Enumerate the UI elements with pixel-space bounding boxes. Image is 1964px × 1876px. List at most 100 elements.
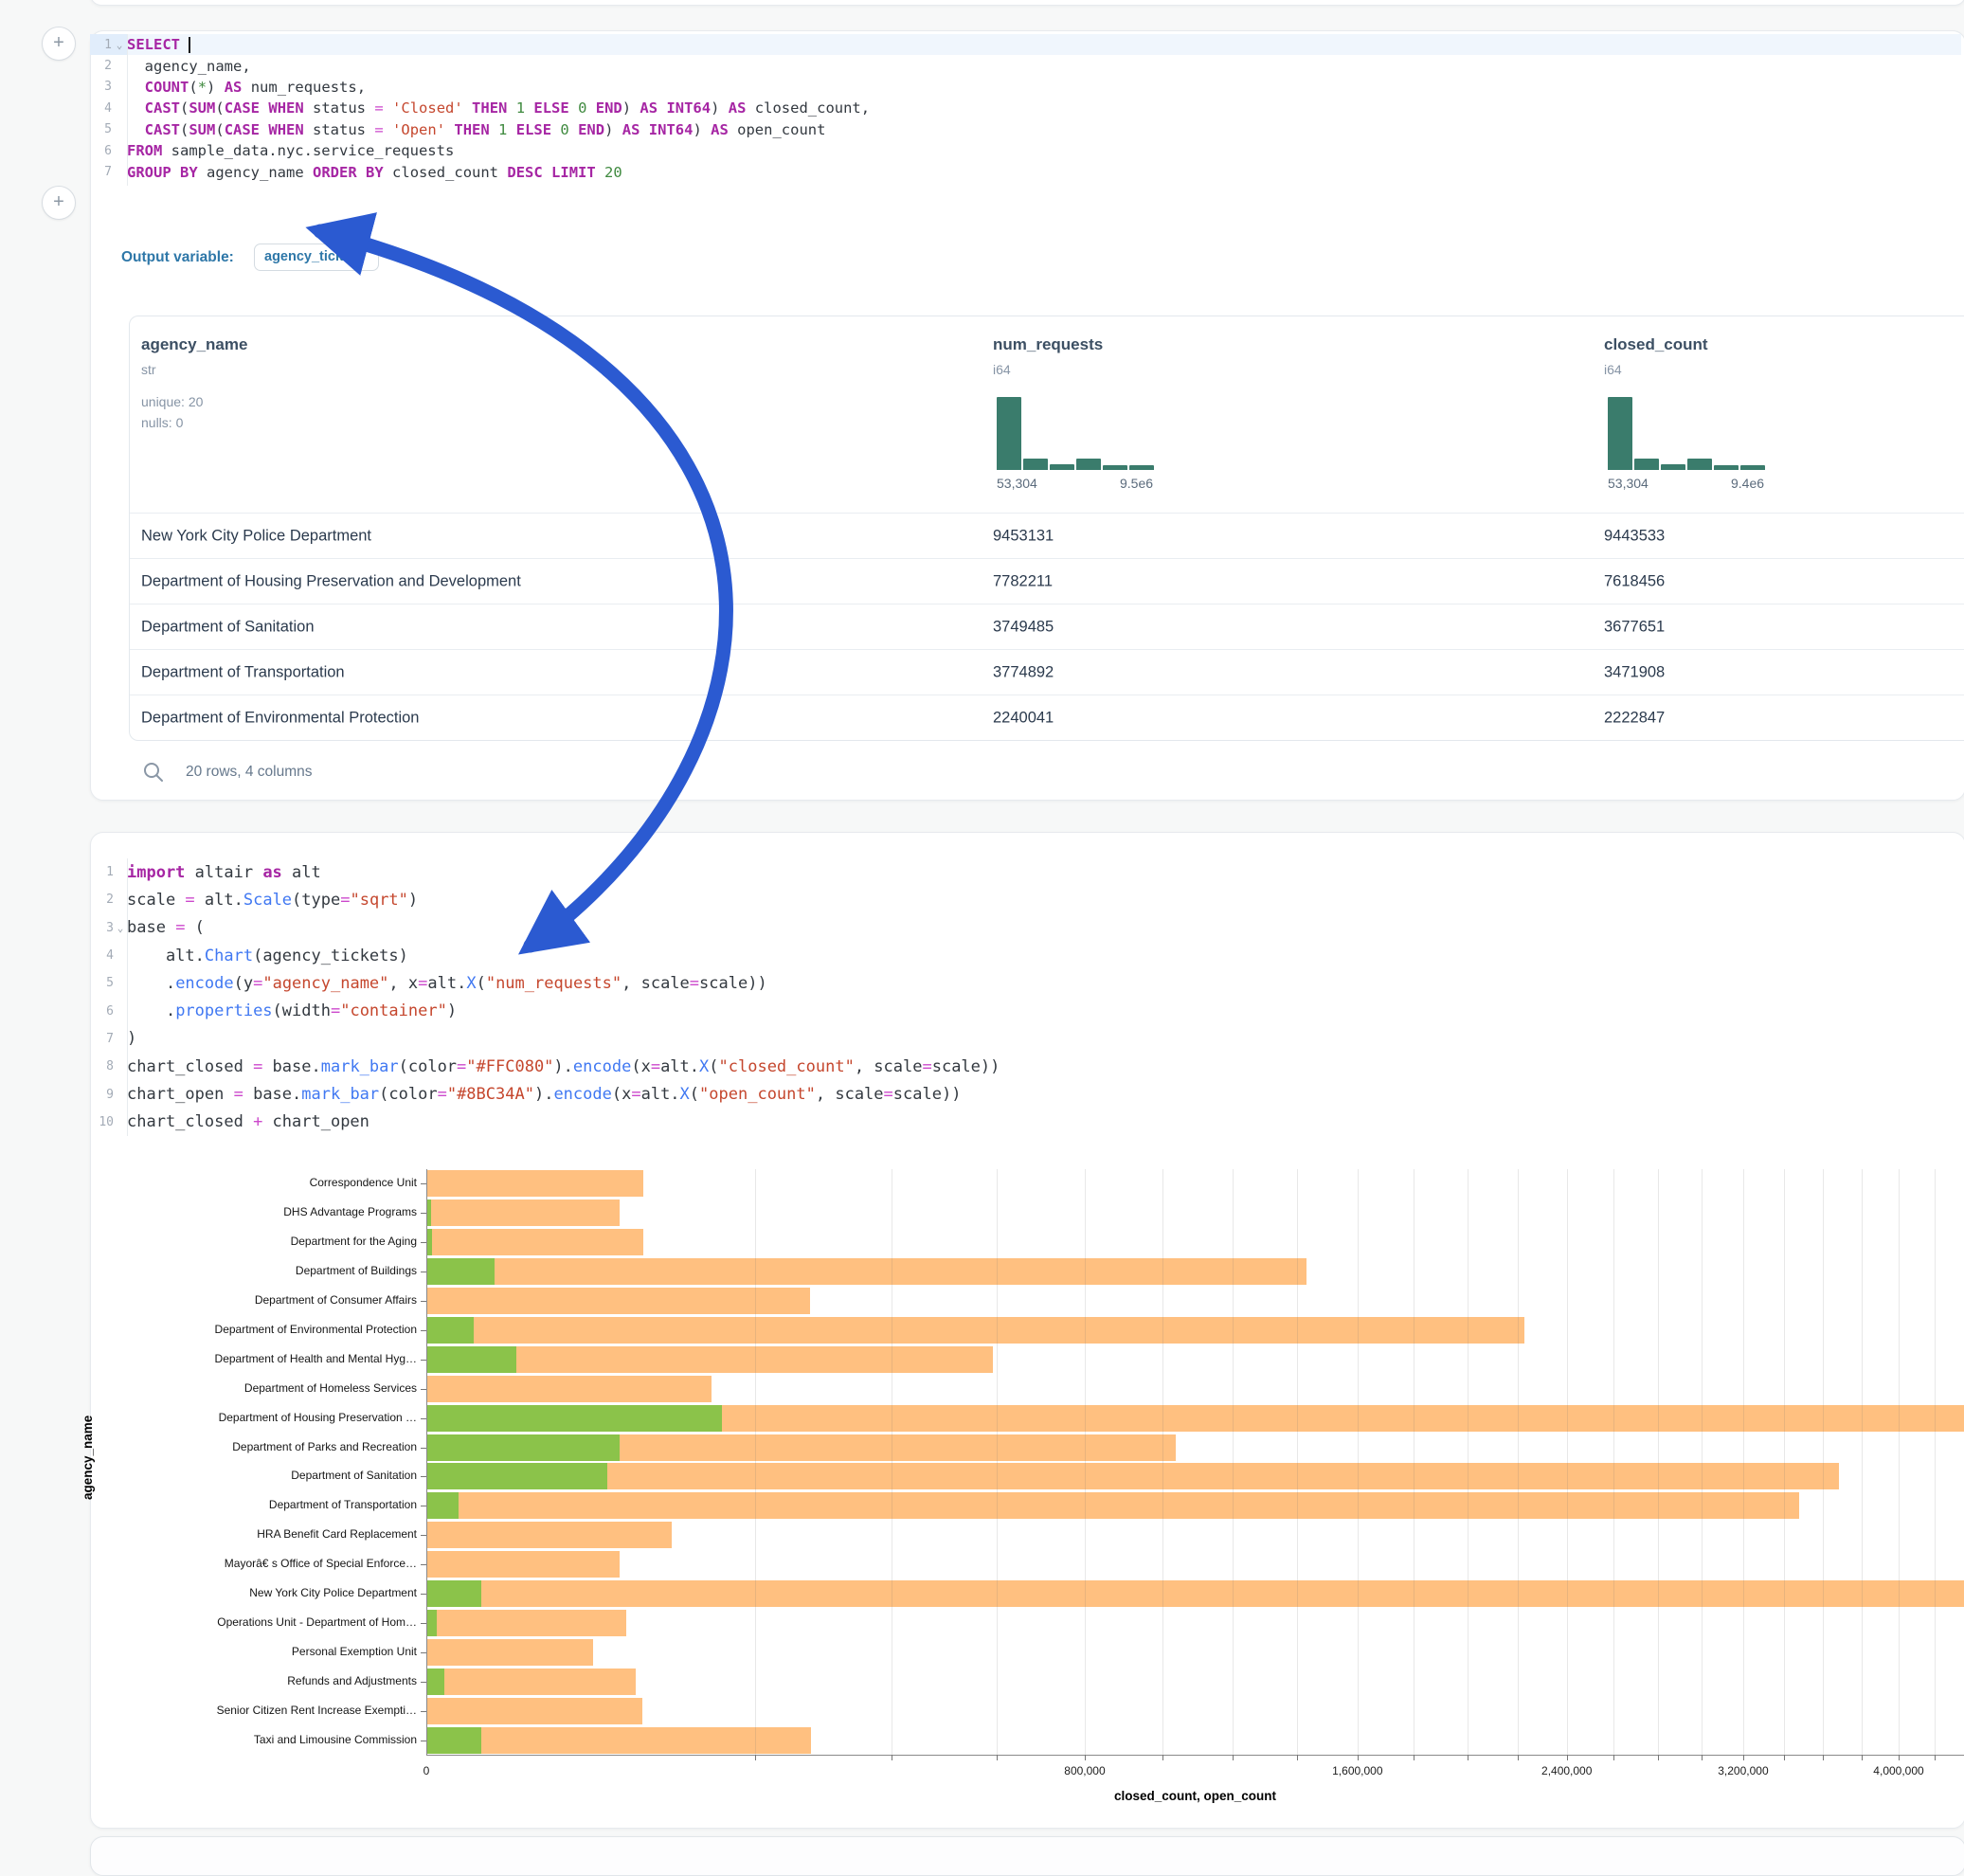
open_count-bar[interactable] xyxy=(427,1200,431,1226)
code-text: alt.Chart(agency_tickets) xyxy=(127,947,408,965)
python-editor[interactable]: 1import altair as alt2scale = alt.Scale(… xyxy=(90,858,1961,1136)
fold-chevron-icon[interactable]: ⌄ xyxy=(112,39,127,51)
code-line[interactable]: 7) xyxy=(90,1025,1961,1053)
open_count-bar[interactable] xyxy=(427,1727,481,1754)
histogram-bar xyxy=(997,397,1021,470)
open_count-bar[interactable] xyxy=(427,1610,437,1636)
code-text: SELECT xyxy=(127,36,190,53)
closed_count-bar[interactable] xyxy=(427,1610,626,1636)
code-line[interactable]: 6 .properties(width="container") xyxy=(90,997,1961,1024)
sql-editor[interactable]: 1⌄SELECT 2 agency_name,3 COUNT(*) AS num… xyxy=(90,34,1961,183)
code-line[interactable]: 4 alt.Chart(agency_tickets) xyxy=(90,942,1961,969)
add-cell-button-middle[interactable]: + xyxy=(42,186,76,220)
open_count-bar[interactable] xyxy=(427,1669,444,1695)
line-gutter: 9 xyxy=(90,1080,127,1108)
line-gutter: 3⌄ xyxy=(90,914,127,942)
code-line[interactable]: 3 COUNT(*) AS num_requests, xyxy=(90,77,1961,98)
table-cell: 7782211 xyxy=(993,573,1053,591)
x-axis-tick xyxy=(1297,1755,1298,1760)
line-number: 3 xyxy=(90,921,114,935)
gridline xyxy=(1297,1169,1298,1755)
code-text: agency_name, xyxy=(127,58,251,75)
line-number: 1 xyxy=(90,38,112,52)
x-axis-tick-label: 4,000,000 xyxy=(1873,1764,1923,1777)
line-gutter: 5 xyxy=(90,969,127,997)
table-cell: 3471908 xyxy=(1604,664,1665,682)
y-axis-label: Refunds and Adjustments xyxy=(114,1674,417,1687)
code-line[interactable]: 5 CAST(SUM(CASE WHEN status = 'Open' THE… xyxy=(90,119,1961,140)
line-gutter: 4 xyxy=(90,942,127,969)
closed_count-bar[interactable] xyxy=(427,1170,643,1197)
line-gutter: 3 xyxy=(90,77,127,98)
closed_count-bar[interactable] xyxy=(427,1376,712,1402)
line-gutter: 1⌄ xyxy=(90,34,127,55)
line-number: 1 xyxy=(90,865,114,879)
closed_count-bar[interactable] xyxy=(427,1522,672,1548)
y-axis-label: Department of Parks and Recreation xyxy=(114,1440,417,1453)
code-line[interactable]: 7GROUP BY agency_name ORDER BY closed_co… xyxy=(90,161,1961,182)
code-line[interactable]: 10chart_closed + chart_open xyxy=(90,1109,1961,1136)
code-line[interactable]: 9chart_open = base.mark_bar(color="#8BC3… xyxy=(90,1080,1961,1108)
code-text: FROM sample_data.nyc.service_requests xyxy=(127,142,454,159)
closed_count-bar[interactable] xyxy=(427,1463,1839,1489)
closed_count-bar[interactable] xyxy=(427,1492,1799,1519)
code-line[interactable]: 5 .encode(y="agency_name", x=alt.X("num_… xyxy=(90,969,1961,997)
open_count-bar[interactable] xyxy=(427,1434,620,1461)
open_count-bar[interactable] xyxy=(427,1492,459,1519)
open_count-bar[interactable] xyxy=(427,1463,607,1489)
y-axis-title: agency_name xyxy=(81,1416,95,1500)
line-number: 5 xyxy=(90,976,114,990)
closed_count-bar[interactable] xyxy=(427,1258,1306,1285)
closed_count-bar[interactable] xyxy=(427,1698,642,1724)
code-line[interactable]: 1⌄SELECT xyxy=(90,34,1961,55)
fold-chevron-icon[interactable]: ⌄ xyxy=(114,922,127,934)
table-row[interactable]: Department of Housing Preservation and D… xyxy=(130,558,1964,604)
open_count-bar[interactable] xyxy=(427,1258,495,1285)
column-type: i64 xyxy=(993,362,1011,377)
code-line[interactable]: 6FROM sample_data.nyc.service_requests xyxy=(90,140,1961,161)
closed_count-bar[interactable] xyxy=(427,1200,620,1226)
column-header-agency_name[interactable]: agency_name xyxy=(141,335,247,354)
code-text: chart_closed = base.mark_bar(color="#FFC… xyxy=(127,1057,1000,1076)
closed_count-bar[interactable] xyxy=(427,1580,1964,1607)
histogram-bar xyxy=(1103,465,1127,470)
closed_count-bar[interactable] xyxy=(427,1551,620,1578)
code-line[interactable]: 2scale = alt.Scale(type="sqrt") xyxy=(90,886,1961,913)
column-header-num_requests[interactable]: num_requests xyxy=(993,335,1103,354)
open_count-bar[interactable] xyxy=(427,1580,481,1607)
output-variable-chip[interactable]: agency_tickets xyxy=(254,244,379,271)
y-axis-label: Operations Unit - Department of Hom… xyxy=(114,1615,417,1629)
column-stat: unique: 20 xyxy=(141,394,203,409)
open_count-bar[interactable] xyxy=(427,1346,516,1373)
code-line[interactable]: 8chart_closed = base.mark_bar(color="#FF… xyxy=(90,1053,1961,1080)
closed_count-bar[interactable] xyxy=(427,1229,643,1255)
search-icon[interactable] xyxy=(142,761,165,784)
table-cell: 9443533 xyxy=(1604,528,1665,546)
code-line[interactable]: 4 CAST(SUM(CASE WHEN status = 'Closed' T… xyxy=(90,98,1961,118)
open_count-bar[interactable] xyxy=(427,1405,722,1432)
open_count-bar[interactable] xyxy=(427,1229,432,1255)
previous-cell-bottom-edge xyxy=(90,0,1964,6)
column-histogram xyxy=(997,397,1165,470)
x-axis-tick xyxy=(1567,1755,1568,1760)
closed_count-bar[interactable] xyxy=(427,1727,811,1754)
closed_count-bar[interactable] xyxy=(427,1639,593,1666)
column-header-closed_count[interactable]: closed_count xyxy=(1604,335,1708,354)
table-cell: Department of Transportation xyxy=(141,664,345,682)
table-row[interactable]: New York City Police Department945313194… xyxy=(130,513,1964,559)
code-line[interactable]: 3⌄base = ( xyxy=(90,914,1961,942)
code-line[interactable]: 1import altair as alt xyxy=(90,858,1961,886)
open_count-bar[interactable] xyxy=(427,1317,474,1344)
x-axis-tick xyxy=(1162,1755,1163,1760)
table-row[interactable]: Department of Transportation377489234719… xyxy=(130,649,1964,695)
add-cell-button-top[interactable]: + xyxy=(42,27,76,61)
line-gutter: 7 xyxy=(90,161,127,182)
closed_count-bar[interactable] xyxy=(427,1669,636,1695)
table-row[interactable]: Department of Environmental Protection22… xyxy=(130,694,1964,741)
table-row[interactable]: Department of Sanitation37494853677651 xyxy=(130,604,1964,650)
line-gutter: 6 xyxy=(90,997,127,1024)
line-number: 2 xyxy=(90,59,112,73)
closed_count-bar[interactable] xyxy=(427,1317,1524,1344)
code-line[interactable]: 2 agency_name, xyxy=(90,55,1961,76)
closed_count-bar[interactable] xyxy=(427,1288,810,1314)
